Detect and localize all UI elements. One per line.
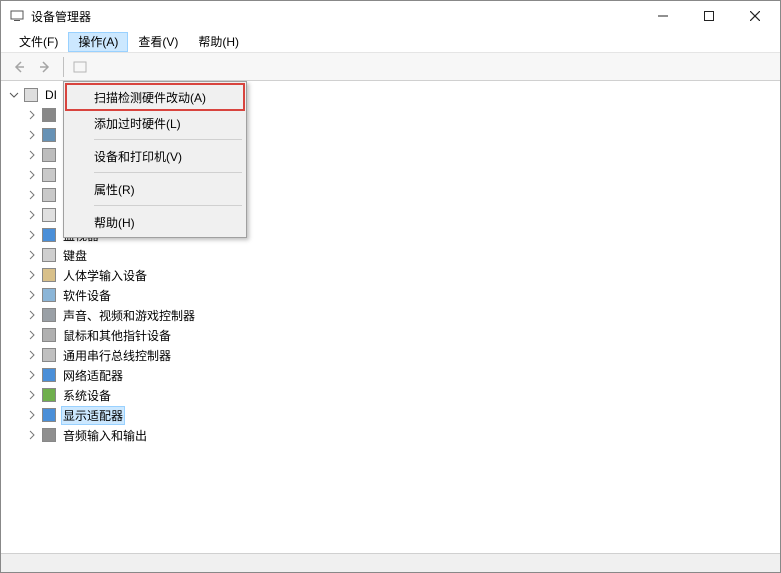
titlebar: 设备管理器 bbox=[1, 1, 780, 31]
monitor-icon bbox=[41, 227, 57, 243]
menu-scan-hardware-changes[interactable]: 扫描检测硬件改动(A) bbox=[66, 84, 244, 110]
menu-help[interactable]: 帮助(H) bbox=[66, 209, 244, 235]
menu-view[interactable]: 查看(V) bbox=[128, 32, 188, 52]
expand-icon[interactable] bbox=[25, 168, 39, 182]
expand-icon[interactable] bbox=[25, 288, 39, 302]
menu-properties[interactable]: 属性(R) bbox=[66, 176, 244, 202]
disk-icon bbox=[41, 147, 57, 163]
toolbar bbox=[1, 53, 780, 81]
window-title: 设备管理器 bbox=[31, 8, 91, 25]
action-dropdown-menu: 扫描检测硬件改动(A) 添加过时硬件(L) 设备和打印机(V) 属性(R) 帮助… bbox=[63, 81, 247, 238]
net-icon bbox=[41, 367, 57, 383]
expand-icon[interactable] bbox=[25, 328, 39, 342]
tree-node[interactable]: 音频输入和输出 bbox=[5, 425, 780, 445]
device-tree-container: DI 端口 (COM 和 LPT)计算机监视器键盘人体学输入设备软件设备声音、视… bbox=[1, 81, 780, 554]
menu-item-label: 扫描检测硬件改动(A) bbox=[94, 89, 206, 106]
tree-node-label: 软件设备 bbox=[61, 286, 113, 305]
menu-separator bbox=[94, 172, 242, 173]
tree-node-label: 键盘 bbox=[61, 246, 89, 265]
tree-node-label: 声音、视频和游戏控制器 bbox=[61, 306, 197, 325]
menu-devices-printers[interactable]: 设备和打印机(V) bbox=[66, 143, 244, 169]
tree-node-label: 通用串行总线控制器 bbox=[61, 346, 173, 365]
tree-node[interactable]: 网络适配器 bbox=[5, 365, 780, 385]
expand-icon[interactable] bbox=[25, 428, 39, 442]
tree-node[interactable]: 声音、视频和游戏控制器 bbox=[5, 305, 780, 325]
cpu-icon bbox=[41, 107, 57, 123]
menu-separator bbox=[94, 139, 242, 140]
generic-icon bbox=[41, 207, 57, 223]
expand-icon[interactable] bbox=[25, 128, 39, 142]
usb-icon bbox=[41, 347, 57, 363]
menu-item-label: 帮助(H) bbox=[94, 214, 135, 231]
expand-icon[interactable] bbox=[25, 208, 39, 222]
tree-node-label: 音频输入和输出 bbox=[61, 426, 149, 445]
soft-icon bbox=[41, 287, 57, 303]
menu-add-legacy-hardware[interactable]: 添加过时硬件(L) bbox=[66, 110, 244, 136]
expand-icon[interactable] bbox=[25, 248, 39, 262]
expand-icon[interactable] bbox=[25, 388, 39, 402]
human-icon bbox=[41, 267, 57, 283]
tree-node[interactable]: 键盘 bbox=[5, 245, 780, 265]
minimize-button[interactable] bbox=[640, 1, 686, 31]
display-icon bbox=[41, 407, 57, 423]
tree-node-label: 系统设备 bbox=[61, 386, 113, 405]
close-button[interactable] bbox=[732, 1, 778, 31]
menu-help[interactable]: 帮助(H) bbox=[188, 32, 249, 52]
tree-node[interactable]: 鼠标和其他指针设备 bbox=[5, 325, 780, 345]
audio-icon bbox=[41, 427, 57, 443]
mouse-icon bbox=[41, 327, 57, 343]
menubar: 文件(F) 操作(A) 查看(V) 帮助(H) bbox=[1, 31, 780, 53]
tree-node[interactable]: 软件设备 bbox=[5, 285, 780, 305]
tree-node[interactable]: 显示适配器 bbox=[5, 405, 780, 425]
sys-icon bbox=[41, 387, 57, 403]
menu-item-label: 设备和打印机(V) bbox=[94, 148, 182, 165]
menu-separator bbox=[94, 205, 242, 206]
menu-action[interactable]: 操作(A) bbox=[68, 32, 128, 52]
tree-node-label: 鼠标和其他指针设备 bbox=[61, 326, 173, 345]
port-icon bbox=[41, 167, 57, 183]
tree-node[interactable]: 人体学输入设备 bbox=[5, 265, 780, 285]
computer-icon bbox=[23, 87, 39, 103]
keyboard-icon bbox=[41, 247, 57, 263]
statusbar bbox=[1, 554, 780, 572]
expand-icon[interactable] bbox=[25, 408, 39, 422]
expand-icon[interactable] bbox=[25, 148, 39, 162]
tree-root-label: DI bbox=[43, 87, 59, 103]
nav-back-button[interactable] bbox=[7, 55, 31, 79]
sound-icon bbox=[41, 307, 57, 323]
tree-node[interactable]: 通用串行总线控制器 bbox=[5, 345, 780, 365]
expand-icon[interactable] bbox=[25, 268, 39, 282]
hid-icon bbox=[41, 127, 57, 143]
menu-file[interactable]: 文件(F) bbox=[9, 32, 68, 52]
maximize-button[interactable] bbox=[686, 1, 732, 31]
expand-icon[interactable] bbox=[25, 348, 39, 362]
toolbar-button[interactable] bbox=[68, 55, 92, 79]
expand-icon[interactable] bbox=[25, 188, 39, 202]
app-icon bbox=[9, 8, 25, 24]
tree-node-label: 显示适配器 bbox=[61, 406, 125, 425]
menu-item-label: 添加过时硬件(L) bbox=[94, 115, 181, 132]
collapse-icon[interactable] bbox=[7, 88, 21, 102]
menu-item-label: 属性(R) bbox=[94, 181, 135, 198]
tree-node-label: 人体学输入设备 bbox=[61, 266, 149, 285]
tree-node[interactable]: 系统设备 bbox=[5, 385, 780, 405]
port-icon bbox=[41, 187, 57, 203]
expand-icon[interactable] bbox=[25, 308, 39, 322]
expand-icon[interactable] bbox=[25, 368, 39, 382]
toolbar-separator bbox=[63, 57, 64, 77]
expand-icon[interactable] bbox=[25, 108, 39, 122]
tree-node-label: 网络适配器 bbox=[61, 366, 125, 385]
nav-forward-button[interactable] bbox=[33, 55, 57, 79]
expand-icon[interactable] bbox=[25, 228, 39, 242]
